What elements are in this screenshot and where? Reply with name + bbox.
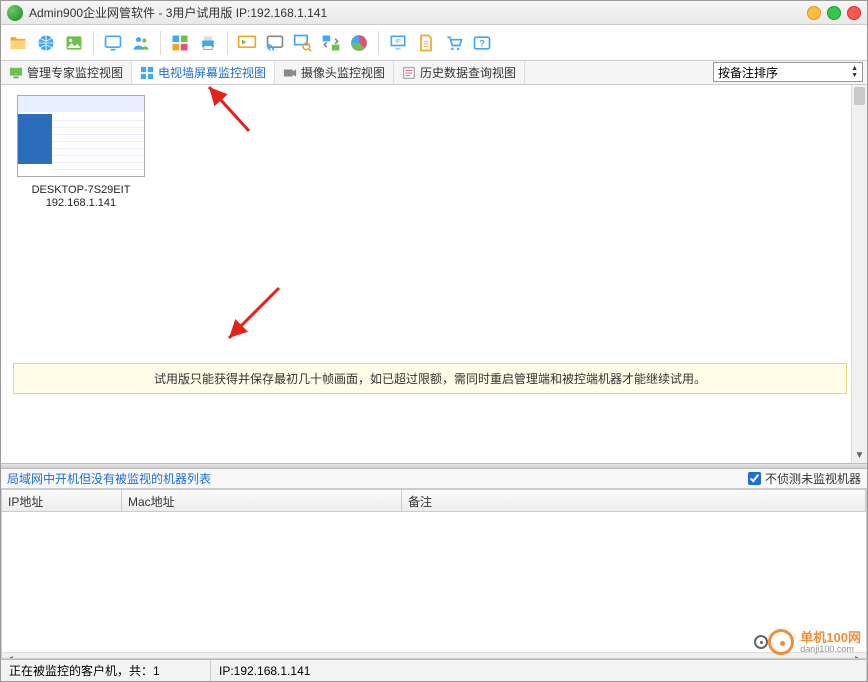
maximize-button[interactable]	[827, 6, 841, 20]
skip-detect-input[interactable]	[748, 472, 761, 485]
col-note[interactable]: 备注	[402, 490, 866, 511]
table-header: IP地址 Mac地址 备注	[2, 490, 866, 512]
swap-button[interactable]	[318, 30, 344, 56]
history-icon	[402, 66, 416, 80]
main-content: DESKTOP-7S29EIT 192.168.1.141 试用版只能获得并保存…	[1, 85, 867, 463]
vertical-scrollbar[interactable]: ▼	[851, 85, 867, 463]
tab-label: 摄像头监控视图	[301, 64, 385, 81]
camera-icon	[283, 66, 297, 80]
view-tabs: 管理专家监控视图 电视墙屏幕监控视图 摄像头监控视图 历史数据查询视图 按备注排…	[1, 61, 867, 85]
main-toolbar: IP ?	[1, 25, 867, 61]
tab-label: 电视墙屏幕监控视图	[158, 64, 266, 81]
annotation-arrow-1	[201, 85, 261, 146]
image-button[interactable]	[61, 30, 87, 56]
netpc-button[interactable]: IP	[385, 30, 411, 56]
close-button[interactable]	[847, 6, 861, 20]
screen-button[interactable]	[100, 30, 126, 56]
help-button[interactable]: ?	[469, 30, 495, 56]
window-controls	[807, 6, 861, 20]
dropdown-arrows-icon: ▲▼	[851, 65, 858, 79]
chart-button[interactable]	[346, 30, 372, 56]
watermark-logo-icon	[754, 629, 794, 655]
minimize-button[interactable]	[807, 6, 821, 20]
horizontal-scrollbar[interactable]	[2, 652, 866, 659]
scroll-down-icon[interactable]: ▼	[852, 450, 867, 461]
app-icon	[7, 5, 23, 21]
monitor-icon	[9, 66, 23, 80]
grid-button[interactable]	[167, 30, 193, 56]
client-hostname: DESKTOP-7S29EIT	[17, 183, 145, 197]
printer-button[interactable]	[195, 30, 221, 56]
client-thumbnail[interactable]: DESKTOP-7S29EIT 192.168.1.141	[17, 95, 145, 209]
folder-button[interactable]	[5, 30, 31, 56]
users-button[interactable]	[128, 30, 154, 56]
notice-text: 试用版只能获得并保存最初几十帧画面，如已超过限额，需同时重启管理端和被控端机器才…	[154, 372, 706, 386]
screenshot-preview	[17, 95, 145, 177]
app-window: Admin900企业网管软件 - 3用户试用版 IP:192.168.1.141…	[0, 0, 868, 682]
search-screen-button[interactable]	[290, 30, 316, 56]
watermark-name: 单机100网	[800, 631, 861, 644]
watermark-url: danji100.com	[800, 644, 861, 654]
tvwall-icon	[140, 66, 154, 80]
monitor-grid: DESKTOP-7S29EIT 192.168.1.141 试用版只能获得并保存…	[1, 85, 867, 463]
skip-detect-checkbox[interactable]: 不侦测未监视机器	[748, 470, 861, 487]
titlebar: Admin900企业网管软件 - 3用户试用版 IP:192.168.1.141	[1, 1, 867, 25]
col-ip[interactable]: IP地址	[2, 490, 122, 511]
scroll-thumb[interactable]	[854, 87, 865, 105]
tab-expert-view[interactable]: 管理专家监控视图	[1, 61, 132, 84]
window-title: Admin900企业网管软件 - 3用户试用版 IP:192.168.1.141	[29, 4, 807, 21]
cast-button[interactable]	[262, 30, 288, 56]
sort-dropdown[interactable]: 按备注排序 ▲▼	[713, 62, 863, 82]
svg-text:IP: IP	[395, 39, 401, 45]
doc-button[interactable]	[413, 30, 439, 56]
status-bar: 正在被监控的客户机，共：1 IP:192.168.1.141	[1, 659, 867, 681]
tab-label: 历史数据查询视图	[420, 64, 516, 81]
trial-notice: 试用版只能获得并保存最初几十帧画面，如已超过限额，需同时重启管理端和被控端机器才…	[13, 363, 847, 394]
unmonitored-table: IP地址 Mac地址 备注	[1, 489, 867, 659]
annotation-arrow-2	[221, 280, 291, 353]
watermark: 单机100网 danji100.com	[754, 629, 861, 655]
tab-camera-view[interactable]: 摄像头监控视图	[275, 61, 394, 84]
status-ip: IP:192.168.1.141	[211, 660, 867, 681]
col-mac[interactable]: Mac地址	[122, 490, 402, 511]
cart-button[interactable]	[441, 30, 467, 56]
table-body	[2, 512, 866, 652]
svg-text:?: ?	[479, 38, 485, 48]
sort-label: 按备注排序	[718, 64, 778, 81]
tab-tvwall-view[interactable]: 电视墙屏幕监控视图	[132, 61, 275, 84]
client-ip: 192.168.1.141	[17, 197, 145, 209]
globe-button[interactable]	[33, 30, 59, 56]
status-client-count: 正在被监控的客户机，共：1	[1, 660, 211, 681]
checkbox-label: 不侦测未监视机器	[765, 470, 861, 487]
lower-pane-header: 局域网中开机但没有被监视的机器列表 不侦测未监视机器	[1, 469, 867, 489]
lower-pane-title: 局域网中开机但没有被监视的机器列表	[7, 470, 748, 487]
lower-pane: 局域网中开机但没有被监视的机器列表 不侦测未监视机器 IP地址 Mac地址 备注	[1, 469, 867, 659]
display-button[interactable]	[234, 30, 260, 56]
tab-history-view[interactable]: 历史数据查询视图	[394, 61, 525, 84]
tab-label: 管理专家监控视图	[27, 64, 123, 81]
